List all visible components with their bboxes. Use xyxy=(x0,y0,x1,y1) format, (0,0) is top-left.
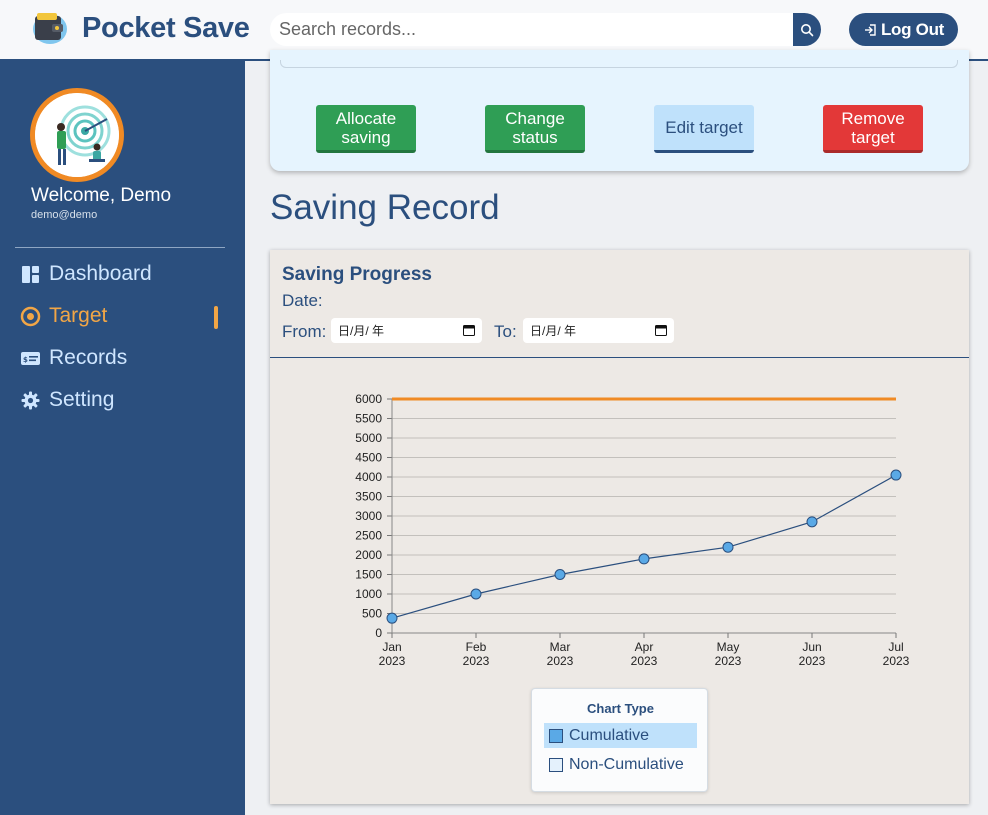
target-icon xyxy=(20,306,41,326)
sidebar-item-label: Setting xyxy=(49,388,115,411)
sidebar-divider xyxy=(15,247,225,248)
data-point xyxy=(554,569,566,580)
y-tick-label: 500 xyxy=(362,607,382,621)
logout-button[interactable]: Log Out xyxy=(849,13,958,46)
search-input[interactable] xyxy=(270,13,793,46)
y-tick-label: 2000 xyxy=(355,548,382,562)
wallet-icon xyxy=(33,13,67,44)
saving-progress-chart: 0 500 1000 1500 2000 2500 3000 3500 4000 4500 5000… xyxy=(355,392,910,668)
from-date-input[interactable]: 日/月/ 年 xyxy=(331,318,482,343)
x-tick-label-year: 2023 xyxy=(715,654,742,668)
card-header: Saving Progress Date: From: 日/月/ 年 To: 日… xyxy=(270,250,969,358)
edit-target-button[interactable]: Edit target xyxy=(654,105,754,153)
data-point xyxy=(470,588,482,600)
logout-label: Log Out xyxy=(880,19,945,39)
records-icon: $ xyxy=(21,351,40,365)
app-name: Pocket Save xyxy=(82,12,250,44)
data-point xyxy=(890,469,902,481)
active-indicator xyxy=(214,306,218,329)
x-tick-label-year: 2023 xyxy=(883,654,910,668)
date-label: Date: xyxy=(282,291,323,310)
calendar-icon[interactable] xyxy=(655,324,667,336)
y-tick-label: 1500 xyxy=(355,568,382,582)
x-tick-label-month: Jun xyxy=(802,640,821,654)
y-tick-label: 4000 xyxy=(355,470,382,484)
from-label: From: xyxy=(282,322,327,341)
sidebar-item-target[interactable]: Target xyxy=(20,300,107,332)
page-title: Saving Record xyxy=(270,188,500,227)
gear-icon xyxy=(21,391,40,409)
welcome-text: Welcome, Demo xyxy=(31,185,172,206)
from-date-value: 日/月/ 年 xyxy=(338,324,385,338)
x-tick-label-month: Jul xyxy=(888,640,903,654)
sidebar-item-setting[interactable]: Setting xyxy=(20,384,114,416)
y-tick-label: 1000 xyxy=(355,587,382,601)
change-status-button[interactable]: Change status xyxy=(485,105,585,153)
x-tick-label-month: May xyxy=(717,640,740,654)
chart-type-non-cumulative[interactable]: Non-Cumulative xyxy=(544,752,697,777)
search-button[interactable] xyxy=(793,13,821,46)
legend-option-label: Non-Cumulative xyxy=(569,755,684,773)
y-tick-label: 5500 xyxy=(355,412,382,426)
user-email: demo@demo xyxy=(31,209,98,221)
sidebar-item-label: Records xyxy=(49,346,128,369)
logout-icon xyxy=(864,23,876,36)
x-tick-label-month: Feb xyxy=(466,640,487,654)
panel-inner-frame xyxy=(280,60,958,68)
x-tick-label-year: 2023 xyxy=(631,654,658,668)
sidebar-item-label: Target xyxy=(49,304,108,327)
sidebar: Welcome, Demo demo@demo Dashboard Target… xyxy=(0,61,245,815)
legend-title: Chart Type xyxy=(587,701,654,716)
x-tick-label-month: Apr xyxy=(635,640,654,654)
sidebar-item-dashboard[interactable]: Dashboard xyxy=(20,258,152,290)
x-tick-label-year: 2023 xyxy=(379,654,406,668)
y-tick-label: 4500 xyxy=(355,451,382,465)
y-tick-label: 2500 xyxy=(355,529,382,543)
data-point xyxy=(806,516,818,528)
sidebar-item-label: Dashboard xyxy=(49,262,152,285)
dashboard-icon xyxy=(22,265,39,283)
chart-type-cumulative[interactable]: Cumulative xyxy=(544,723,697,748)
legend-option-label: Cumulative xyxy=(569,726,650,744)
data-point xyxy=(386,612,398,624)
y-tick-label: 0 xyxy=(375,626,382,640)
allocate-saving-button[interactable]: Allocate saving xyxy=(316,105,416,153)
sidebar-item-records[interactable]: $ Records xyxy=(20,342,127,374)
search-icon xyxy=(801,23,814,36)
svg-text:$: $ xyxy=(23,356,28,364)
to-date-value: 日/月/ 年 xyxy=(530,324,577,338)
avatar xyxy=(30,88,124,182)
y-tick-label: 6000 xyxy=(355,392,382,406)
calendar-icon[interactable] xyxy=(463,324,475,336)
x-tick-label-year: 2023 xyxy=(799,654,826,668)
target-panel: Allocate saving Change status Edit targe… xyxy=(270,50,969,171)
card-title: Saving Progress xyxy=(282,264,432,285)
data-point xyxy=(638,553,650,565)
x-tick-label-year: 2023 xyxy=(463,654,490,668)
x-tick-label-year: 2023 xyxy=(547,654,574,668)
x-tick-label-month: Mar xyxy=(550,640,571,654)
y-tick-label: 3000 xyxy=(355,509,382,523)
legend-swatch xyxy=(549,757,563,772)
legend-swatch xyxy=(549,728,563,743)
y-tick-label: 3500 xyxy=(355,490,382,504)
to-date-input[interactable]: 日/月/ 年 xyxy=(523,318,674,343)
y-tick-label: 5000 xyxy=(355,431,382,445)
chart-type-legend: Chart Type Cumulative Non-Cumulative xyxy=(531,688,708,792)
saving-progress-card: Saving Progress Date: From: 日/月/ 年 To: 日… xyxy=(270,250,969,804)
to-label: To: xyxy=(494,322,517,341)
remove-target-button[interactable]: Remove target xyxy=(823,105,923,153)
x-tick-label-month: Jan xyxy=(382,640,401,654)
data-point xyxy=(722,541,734,553)
search-bar xyxy=(270,13,821,46)
avatar-illustration xyxy=(35,93,119,177)
